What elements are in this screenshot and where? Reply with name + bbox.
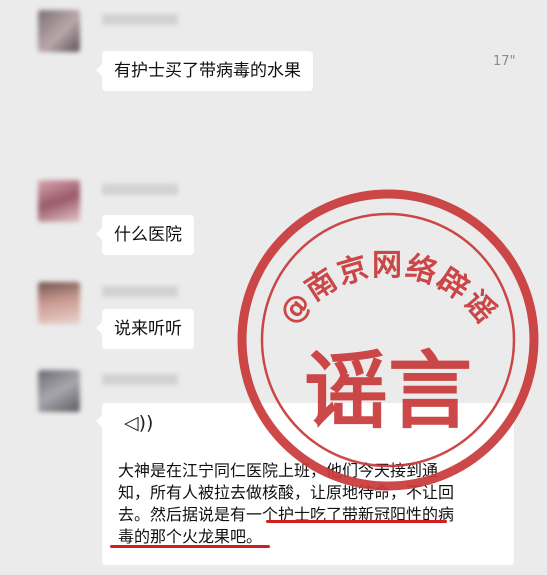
avatar[interactable]	[38, 180, 80, 222]
sender-name-blurred	[102, 286, 178, 297]
avatar[interactable]	[38, 282, 80, 324]
stamp-arc-text: @南京网络辟谣	[272, 248, 503, 331]
sender-name-blurred	[102, 374, 178, 385]
message-bubble[interactable]: 有护士买了带病毒的水果	[96, 51, 313, 91]
rumor-stamp: @南京网络辟谣 谣言	[237, 189, 539, 491]
sender-name-blurred	[102, 14, 178, 25]
message-bubble[interactable]: 什么医院	[96, 215, 194, 255]
avatar[interactable]	[38, 370, 80, 412]
voice-wave-icon[interactable]: ◁))	[124, 412, 153, 434]
highlight-underline	[266, 520, 447, 523]
avatar[interactable]	[38, 10, 80, 52]
stamp-center-text: 谣言	[304, 342, 472, 440]
message-bubble[interactable]: 说来听听	[96, 309, 194, 349]
sender-name-blurred	[102, 184, 178, 195]
voice-duration: 17"	[493, 54, 516, 69]
highlight-underline	[110, 545, 270, 548]
